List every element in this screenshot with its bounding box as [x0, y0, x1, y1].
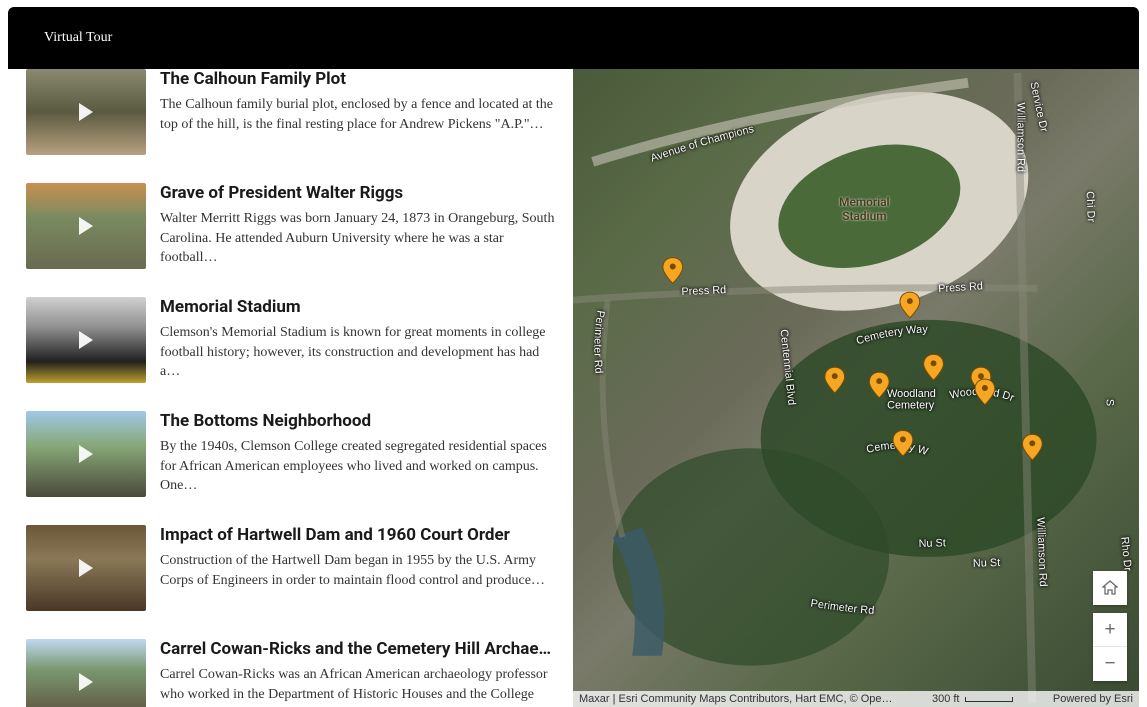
tour-item[interactable]: The Bottoms Neighborhood By the 1940s, Cl…: [26, 411, 559, 525]
tour-desc: Carrel Cowan-Ricks was an African Americ…: [160, 665, 559, 707]
play-icon: [79, 103, 93, 121]
scale-text: 300 ft: [932, 693, 960, 705]
svg-text:Rho Dr: Rho Dr: [1118, 536, 1133, 572]
map-pin[interactable]: [663, 258, 683, 284]
road-nu-st-2: Nu St: [973, 557, 1001, 570]
svg-text:Press Rd: Press Rd: [681, 284, 726, 298]
tour-item[interactable]: Carrel Cowan-Ricks and the Cemetery Hill…: [26, 639, 559, 707]
play-icon: [79, 445, 93, 463]
tour-sidebar[interactable]: The Calhoun Family Plot The Calhoun famil…: [8, 69, 573, 707]
tour-body: Impact of Hartwell Dam and 1960 Court Or…: [160, 525, 559, 611]
scale-line-icon: [965, 697, 1013, 702]
road-chi-dr: Chi Dr: [1084, 191, 1097, 223]
map-pane[interactable]: Avenue of Champions Press Rd Press Rd Ce…: [573, 69, 1139, 707]
road-nu-st-1: Nu St: [918, 537, 946, 550]
attribution-text: Maxar | Esri Community Maps Contributors…: [579, 693, 893, 705]
plus-icon: +: [1104, 619, 1115, 641]
tour-desc: Construction of the Hartwell Dam began i…: [160, 551, 559, 590]
svg-text:Williamson Rd: Williamson Rd: [1015, 103, 1027, 172]
tour-desc: By the 1940s, Clemson College created se…: [160, 437, 559, 496]
scale-bar: 300 ft: [932, 693, 1014, 705]
tour-item[interactable]: Grave of President Walter Riggs Walter Me…: [26, 183, 559, 297]
play-icon: [79, 331, 93, 349]
stadium-label-2: Stadium: [842, 209, 886, 223]
tour-item[interactable]: Impact of Hartwell Dam and 1960 Court Or…: [26, 525, 559, 639]
tour-title: The Calhoun Family Plot: [160, 69, 559, 90]
svg-text:Nu St: Nu St: [973, 557, 1001, 570]
tour-title: Grave of President Walter Riggs: [160, 183, 559, 204]
tour-item[interactable]: Memorial Stadium Clemson's Memorial Stadi…: [26, 297, 559, 411]
tour-title: Memorial Stadium: [160, 297, 559, 318]
tour-thumbnail[interactable]: [26, 69, 146, 155]
play-icon: [79, 217, 93, 235]
play-icon: [79, 673, 93, 691]
tour-thumbnail[interactable]: [26, 639, 146, 707]
cemetery-label-2: Cemetery: [887, 400, 935, 412]
tour-item[interactable]: The Calhoun Family Plot The Calhoun famil…: [26, 69, 559, 183]
svg-text:Nu St: Nu St: [918, 537, 946, 550]
home-icon: [1102, 580, 1118, 596]
road-williamson-1: Williamson Rd: [1015, 103, 1027, 172]
svg-text:S: S: [1103, 399, 1115, 406]
map-attribution-bar: Maxar | Esri Community Maps Contributors…: [573, 691, 1139, 707]
content-area: The Calhoun Family Plot The Calhoun famil…: [8, 69, 1139, 707]
road-s: S: [1103, 399, 1115, 406]
app-title: Virtual Tour: [44, 30, 112, 46]
powered-by-text[interactable]: Powered by Esri: [1053, 693, 1133, 705]
tour-desc: Walter Merritt Riggs was born January 24…: [160, 209, 559, 268]
tour-desc: The Calhoun family burial plot, enclosed…: [160, 95, 559, 134]
map-pin[interactable]: [900, 292, 920, 318]
tour-thumbnail[interactable]: [26, 297, 146, 383]
tour-title: Impact of Hartwell Dam and 1960 Court Or…: [160, 525, 559, 546]
map-home-button[interactable]: [1093, 571, 1127, 605]
map-controls: + −: [1093, 571, 1127, 681]
tour-body: Carrel Cowan-Ricks and the Cemetery Hill…: [160, 639, 559, 707]
road-service-dr: Service Dr: [1027, 81, 1049, 134]
tour-body: Grave of President Walter Riggs Walter Me…: [160, 183, 559, 269]
map-canvas[interactable]: Avenue of Champions Press Rd Press Rd Ce…: [573, 69, 1139, 707]
svg-text:Williamson Rd: Williamson Rd: [1034, 517, 1049, 587]
tour-thumbnail[interactable]: [26, 183, 146, 269]
tour-thumbnail[interactable]: [26, 411, 146, 497]
map-zoom-in-button[interactable]: +: [1093, 613, 1127, 647]
header-bar: Virtual Tour: [8, 7, 1139, 69]
tour-desc: Clemson's Memorial Stadium is known for …: [160, 323, 559, 382]
tour-thumbnail[interactable]: [26, 525, 146, 611]
road-williamson-2: Williamson Rd: [1034, 517, 1049, 587]
minus-icon: −: [1104, 653, 1115, 675]
svg-text:Chi Dr: Chi Dr: [1084, 191, 1097, 223]
play-icon: [79, 559, 93, 577]
tour-body: The Calhoun Family Plot The Calhoun famil…: [160, 69, 559, 155]
cemetery-label-1: Woodland: [887, 388, 936, 400]
tour-title: Carrel Cowan-Ricks and the Cemetery Hill…: [160, 639, 559, 660]
road-rho-dr: Rho Dr: [1118, 536, 1133, 572]
stadium-label-1: Memorial: [839, 195, 890, 209]
svg-text:Service Dr: Service Dr: [1027, 81, 1049, 134]
road-press-1: Press Rd: [681, 284, 726, 298]
tour-body: The Bottoms Neighborhood By the 1940s, Cl…: [160, 411, 559, 497]
tour-title: The Bottoms Neighborhood: [160, 411, 559, 432]
map-zoom-out-button[interactable]: −: [1093, 647, 1127, 681]
tour-body: Memorial Stadium Clemson's Memorial Stadi…: [160, 297, 559, 383]
